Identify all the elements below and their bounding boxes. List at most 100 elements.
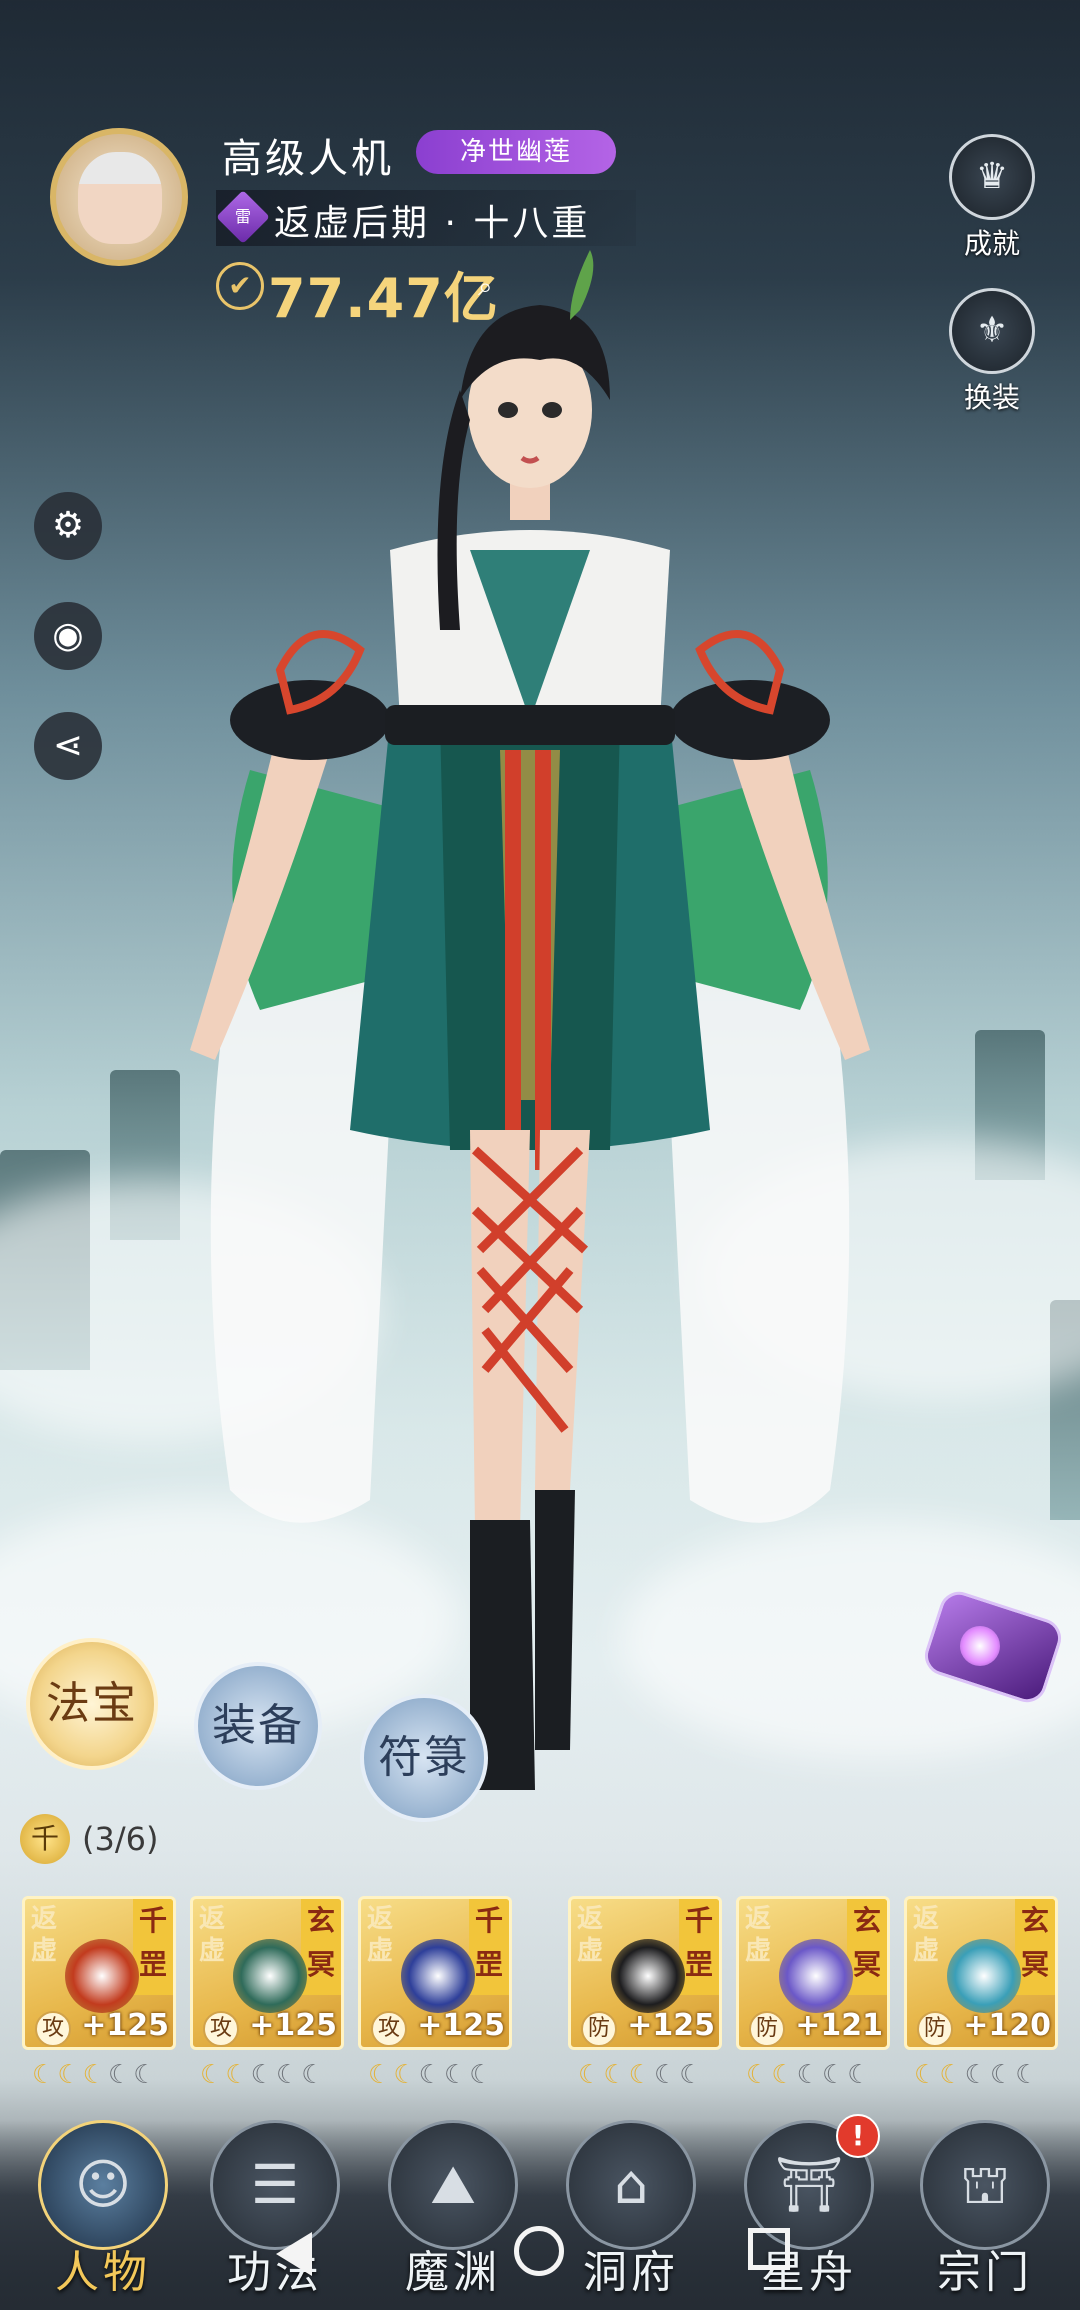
nav-label: 功法 bbox=[227, 2247, 323, 2298]
tab-equipment[interactable]: 装备 bbox=[194, 1662, 322, 1790]
card-type: 千罡 bbox=[133, 1899, 173, 1995]
card-realm: 返虚 bbox=[913, 1904, 940, 1966]
star-moon-icon: ☾ bbox=[275, 2060, 302, 2090]
card-realm: 返虚 bbox=[199, 1904, 226, 1966]
sect-icon: ⛫ bbox=[920, 2120, 1050, 2250]
nav-item-cave[interactable]: ⌂ 洞府 bbox=[556, 2120, 706, 2310]
star-moon-icon: ☾ bbox=[418, 2060, 444, 2090]
nav-item-abyss[interactable]: ⛰ 魔渊 bbox=[378, 2120, 528, 2310]
star-moon-icon: ☾ bbox=[939, 2060, 965, 2090]
nav-label: 魔渊 bbox=[405, 2247, 501, 2298]
star-moon-icon: ☾ bbox=[746, 2060, 772, 2090]
card-kind: 防 bbox=[581, 2011, 617, 2047]
tab-treasure[interactable]: 法宝 bbox=[26, 1638, 158, 1770]
system-recent-icon[interactable] bbox=[748, 2228, 790, 2270]
nav-label: 洞府 bbox=[583, 2247, 679, 2298]
treasure-icon bbox=[611, 1939, 685, 2013]
card-type: 千罡 bbox=[679, 1899, 719, 1995]
gear-icon: ⚙ bbox=[51, 505, 85, 546]
star-moon-icon: ☾ bbox=[964, 2060, 990, 2090]
tab-talisman[interactable]: 符箓 bbox=[360, 1694, 488, 1822]
nav-item-technique[interactable]: ☰ 功法 bbox=[200, 2120, 350, 2310]
tab-talisman-label: 符箓 bbox=[378, 1732, 470, 1783]
star-moon-icon: ☾ bbox=[603, 2060, 629, 2090]
card-kind: 攻 bbox=[203, 2011, 239, 2047]
treasure-card[interactable]: 返虚 千罡攻 +125 bbox=[358, 1896, 512, 2050]
star-moon-icon: ☾ bbox=[57, 2060, 83, 2090]
treasure-icon bbox=[65, 1939, 139, 2013]
settings-button[interactable]: ⚙ bbox=[34, 492, 102, 560]
card-stars: ☾☾☾☾☾ bbox=[578, 2060, 705, 2090]
set-coin-icon: 千 bbox=[20, 1814, 70, 1864]
treasure-icon bbox=[233, 1939, 307, 2013]
card-kind: 防 bbox=[917, 2011, 953, 2047]
card-level: +121 bbox=[795, 2008, 883, 2043]
card-realm: 返虚 bbox=[577, 1904, 604, 1966]
star-moon-icon: ☾ bbox=[133, 2060, 159, 2090]
card-stars: ☾☾☾☾☾ bbox=[368, 2060, 495, 2090]
card-kind: 攻 bbox=[371, 2011, 407, 2047]
system-back-icon[interactable] bbox=[276, 2232, 312, 2276]
card-realm: 返虚 bbox=[367, 1904, 394, 1966]
achievement-icon: ♛ bbox=[949, 134, 1035, 220]
star-moon-icon: ☾ bbox=[1015, 2060, 1041, 2090]
card-type: 玄冥 bbox=[847, 1899, 887, 1995]
nav-label: 宗门 bbox=[937, 2247, 1033, 2298]
share-icon: ⋖ bbox=[52, 725, 84, 766]
treasure-card[interactable]: 返虚 玄冥攻 +125 bbox=[190, 1896, 344, 2050]
technique-icon: ☰ bbox=[210, 2120, 340, 2250]
star-moon-icon: ☾ bbox=[578, 2060, 604, 2090]
player-name: 高级人机 bbox=[222, 136, 394, 182]
hide-ui-button[interactable]: ◉ bbox=[34, 602, 102, 670]
treasure-card[interactable]: 返虚 玄冥防 +120 bbox=[904, 1896, 1058, 2050]
nav-item-character[interactable]: ☺ 人物 bbox=[28, 2120, 178, 2310]
achievement-button[interactable]: ♛ 成就 bbox=[944, 134, 1040, 262]
treasure-card[interactable]: 返虚 玄冥防 +121 bbox=[736, 1896, 890, 2050]
outfit-button[interactable]: ⚜ 换装 bbox=[944, 288, 1040, 416]
star-moon-icon: ☾ bbox=[679, 2060, 705, 2090]
star-moon-icon: ☾ bbox=[628, 2060, 654, 2090]
abyss-icon: ⛰ bbox=[388, 2120, 518, 2250]
card-type: 玄冥 bbox=[301, 1899, 341, 1995]
share-button[interactable]: ⋖ bbox=[34, 712, 102, 780]
nav-label: 人物 bbox=[55, 2247, 151, 2298]
card-level: +125 bbox=[249, 2008, 337, 2043]
card-realm: 返虚 bbox=[745, 1904, 772, 1966]
treasure-card[interactable]: 返虚 千罡攻 +125 bbox=[22, 1896, 176, 2050]
character-model bbox=[190, 250, 870, 1790]
tab-equipment-label: 装备 bbox=[212, 1700, 304, 1751]
card-kind: 攻 bbox=[35, 2011, 71, 2047]
star-moon-icon: ☾ bbox=[301, 2060, 327, 2090]
star-moon-icon: ☾ bbox=[368, 2060, 394, 2090]
treasure-icon bbox=[401, 1939, 475, 2013]
card-stars: ☾☾☾☾☾ bbox=[200, 2060, 327, 2090]
nav-item-sect[interactable]: ⛫ 宗门 bbox=[910, 2120, 1060, 2310]
card-level: +120 bbox=[963, 2008, 1051, 2043]
outfit-icon: ⚜ bbox=[949, 288, 1035, 374]
star-moon-icon: ☾ bbox=[469, 2060, 495, 2090]
player-avatar[interactable] bbox=[50, 128, 188, 266]
card-stars: ☾☾☾☾☾ bbox=[746, 2060, 873, 2090]
set-progress: (3/6) bbox=[82, 1820, 159, 1858]
card-realm: 返虚 bbox=[31, 1904, 58, 1966]
star-moon-icon: ☾ bbox=[393, 2060, 419, 2090]
character-icon: ☺ bbox=[38, 2120, 168, 2250]
star-moon-icon: ☾ bbox=[847, 2060, 873, 2090]
card-kind: 防 bbox=[749, 2011, 785, 2047]
treasure-card[interactable]: 返虚 千罡防 +125 bbox=[568, 1896, 722, 2050]
star-moon-icon: ☾ bbox=[989, 2060, 1016, 2090]
star-moon-icon: ☾ bbox=[914, 2060, 940, 2090]
eye-off-icon: ◉ bbox=[52, 615, 84, 656]
treasure-icon bbox=[947, 1939, 1021, 2013]
system-home-icon[interactable] bbox=[514, 2226, 564, 2276]
cave-icon: ⌂ bbox=[566, 2120, 696, 2250]
card-level: +125 bbox=[627, 2008, 715, 2043]
star-moon-icon: ☾ bbox=[771, 2060, 797, 2090]
star-moon-icon: ☾ bbox=[443, 2060, 470, 2090]
card-level: +125 bbox=[81, 2008, 169, 2043]
tab-treasure-label: 法宝 bbox=[46, 1678, 138, 1729]
card-type: 千罡 bbox=[469, 1899, 509, 1995]
star-moon-icon: ☾ bbox=[82, 2060, 108, 2090]
title-badge[interactable]: 净世幽莲 bbox=[416, 130, 616, 174]
notification-badge: ! bbox=[836, 2114, 880, 2158]
